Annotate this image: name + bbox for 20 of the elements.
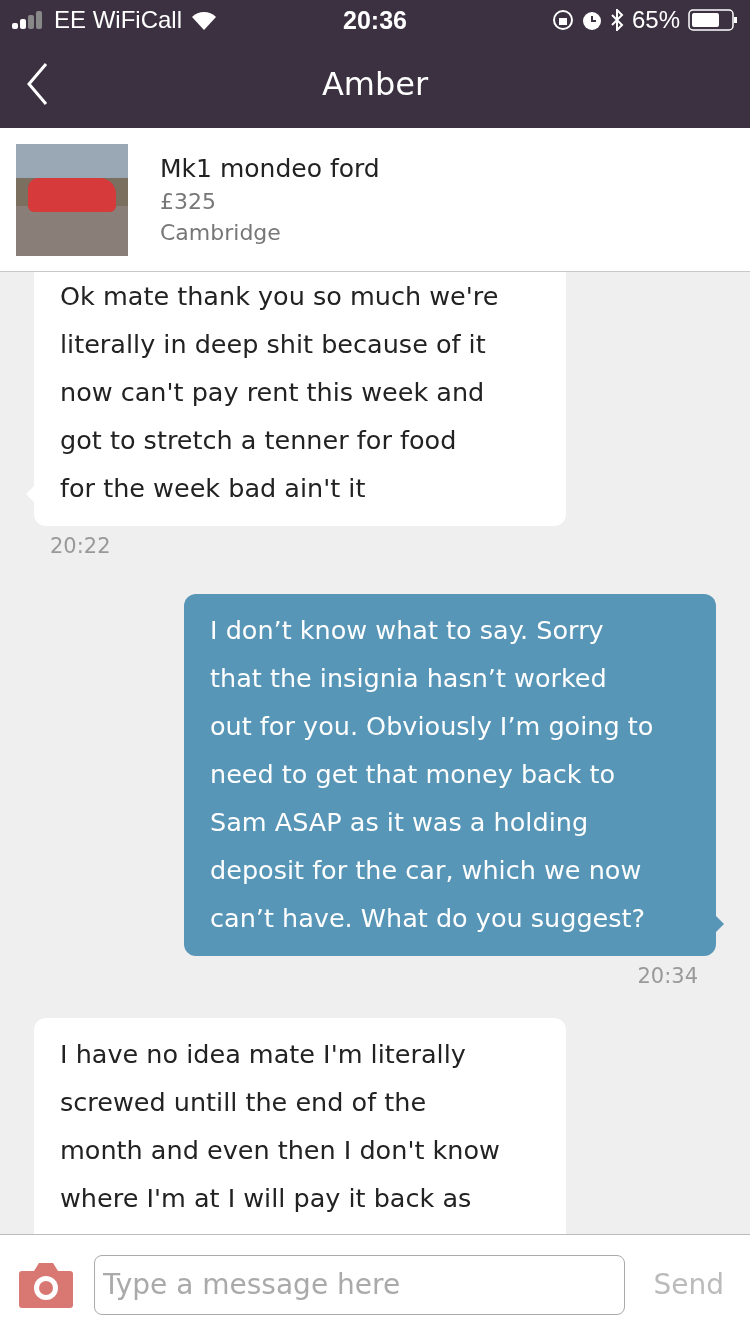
message-bubble: I have no idea mate I'm literally screwed untill the end of the month and even then I don't know where I'm at I will pay it back as xyxy=(34,1018,566,1234)
wifi-icon xyxy=(190,10,218,30)
message-time: 20:34 xyxy=(637,964,698,988)
back-icon[interactable] xyxy=(26,62,50,106)
listing-price: £325 xyxy=(160,189,217,214)
camera-icon[interactable] xyxy=(18,1260,74,1309)
send-button[interactable]: Send xyxy=(645,1268,732,1301)
status-time: 20:36 xyxy=(343,5,407,35)
alarm-icon xyxy=(581,9,602,31)
message-time: 20:22 xyxy=(50,534,111,558)
battery-percent: 65% xyxy=(631,6,680,34)
bubble-tail xyxy=(716,916,724,932)
listing-title: Mk1 mondeo ford xyxy=(160,154,380,183)
listing-location: Cambridge xyxy=(160,220,282,245)
bluetooth-icon xyxy=(609,9,624,31)
battery-icon xyxy=(688,9,738,31)
carrier-name: EE WiFiCall xyxy=(54,6,182,34)
rotation-lock-icon xyxy=(551,9,574,31)
message-input[interactable]: Type a message here xyxy=(94,1254,626,1315)
chat-title: Amber xyxy=(321,65,429,103)
